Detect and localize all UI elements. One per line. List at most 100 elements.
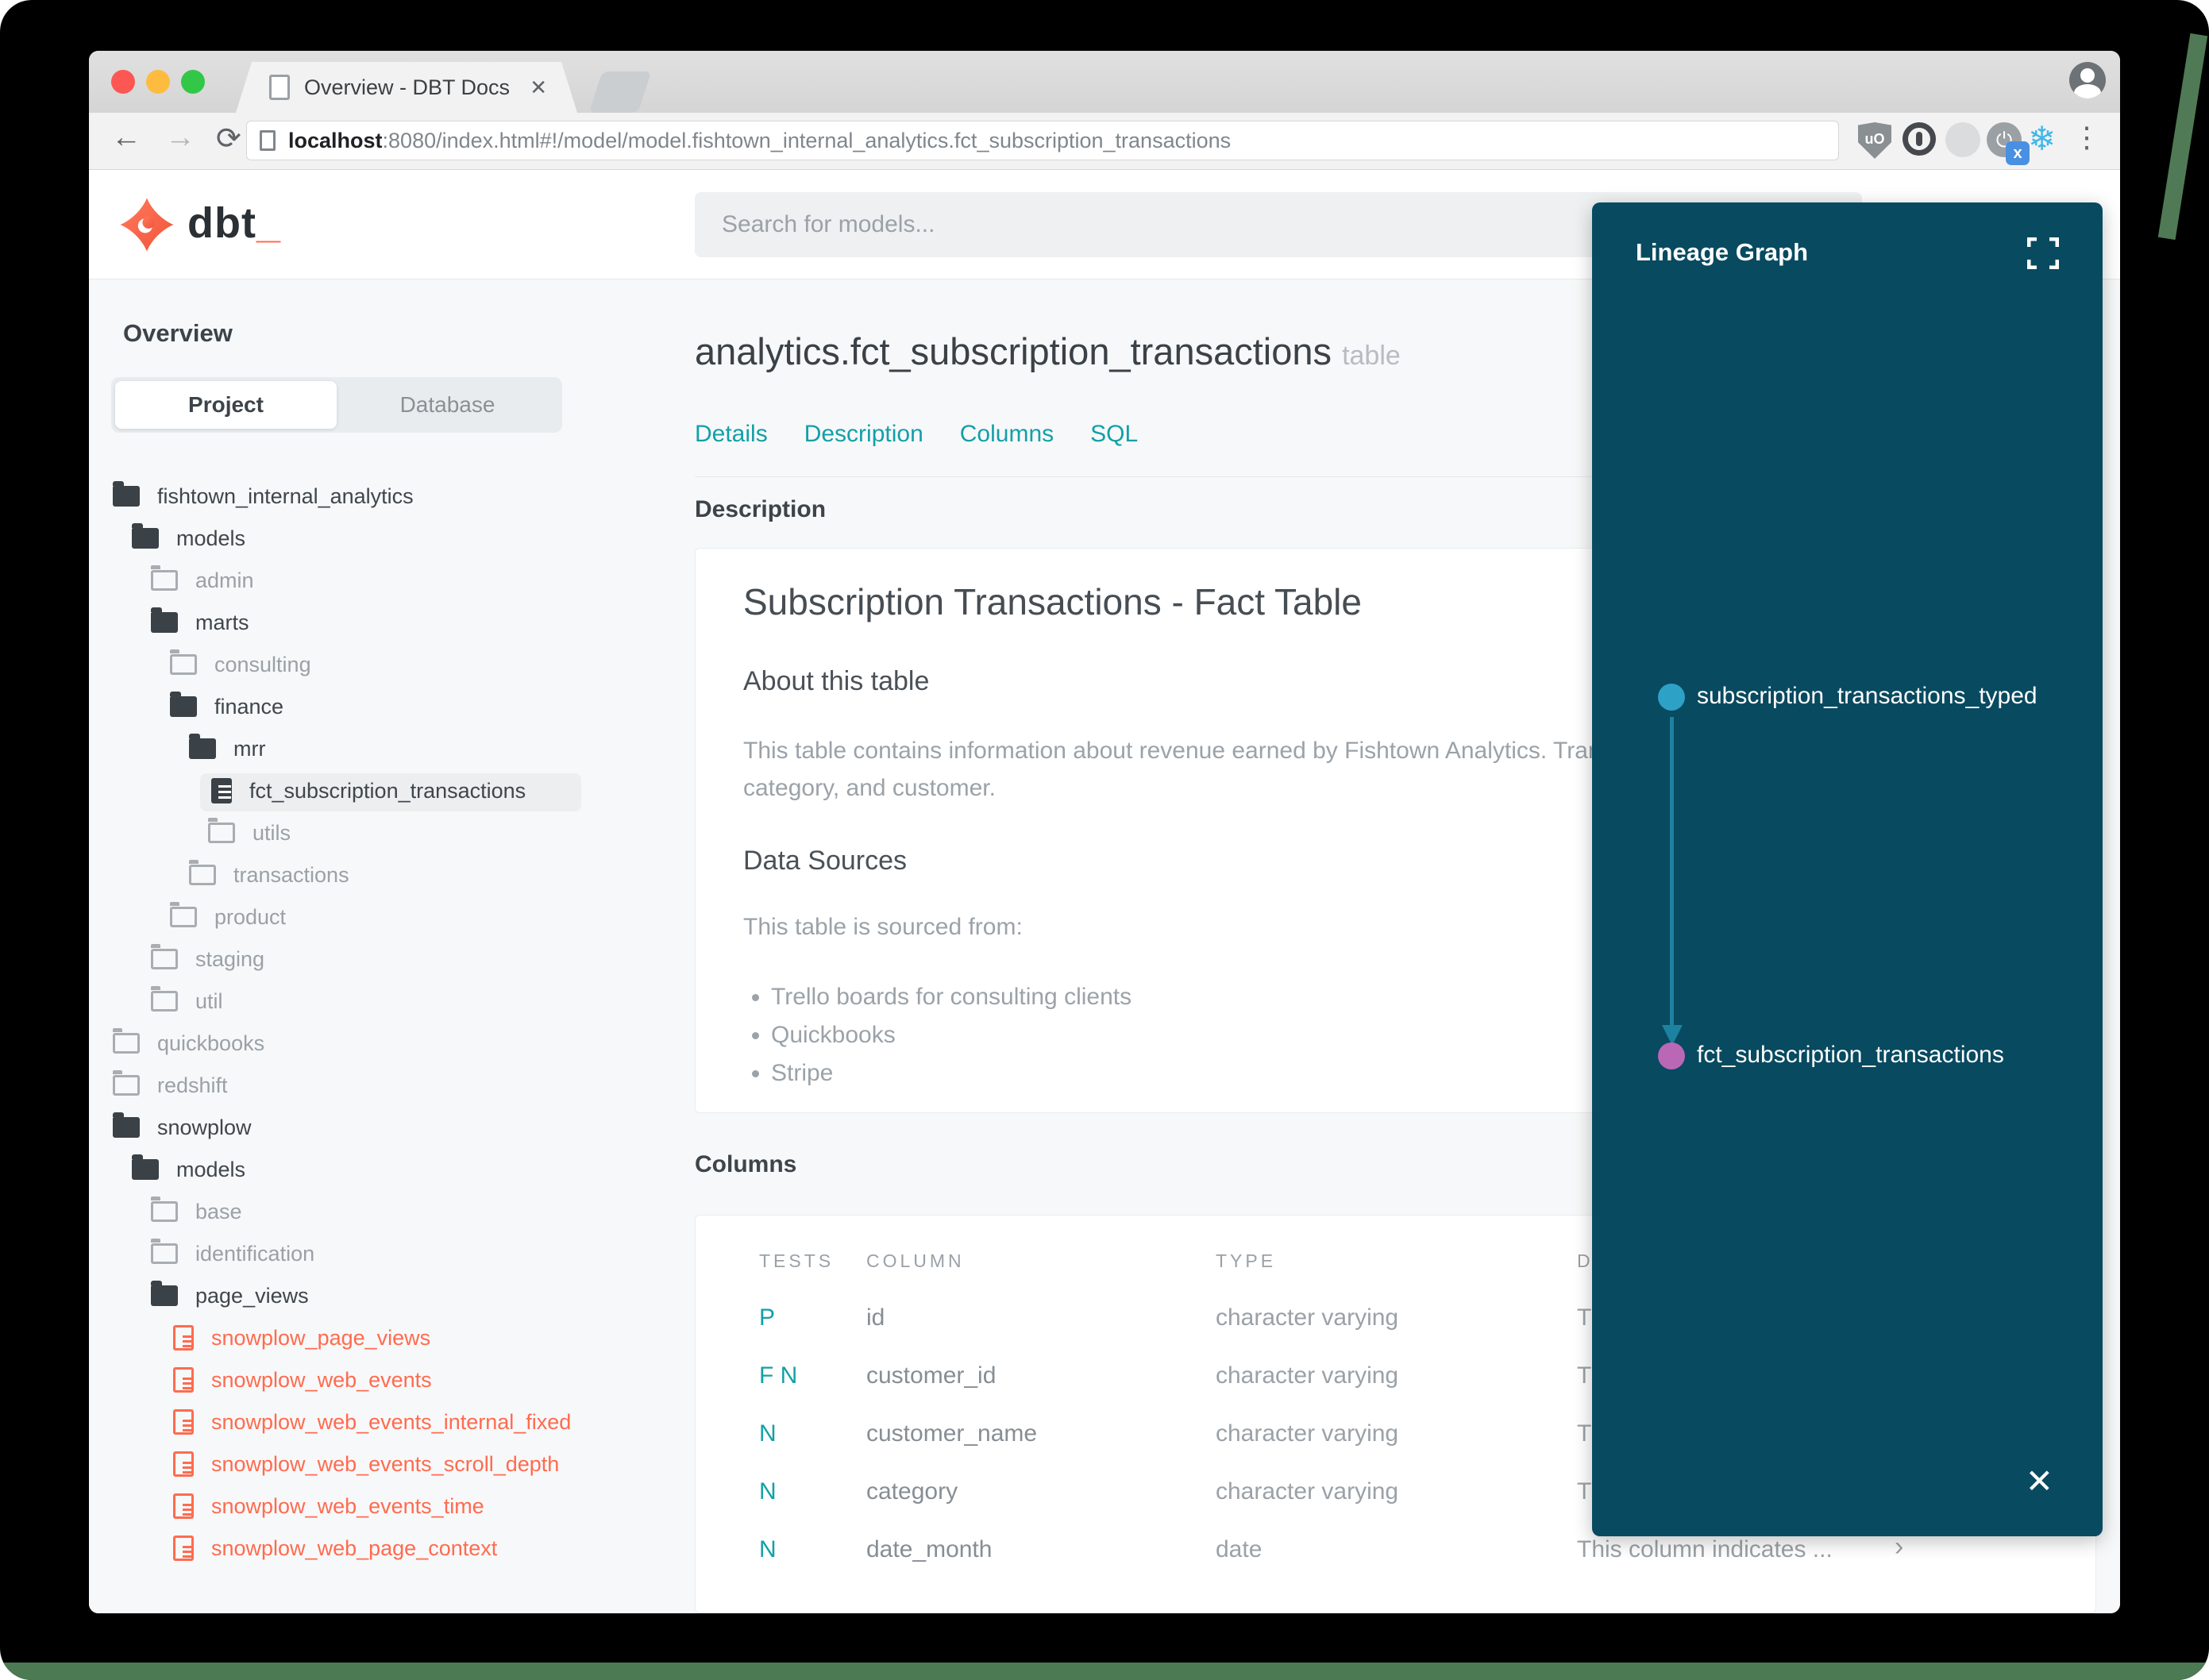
description-section-heading: Description bbox=[695, 496, 827, 522]
tree-item-redshift[interactable]: redshift bbox=[113, 1068, 228, 1103]
nav-link-columns[interactable]: Columns bbox=[960, 421, 1054, 448]
folder-open-icon bbox=[113, 481, 140, 507]
tree-item-snowplow-web-events-scroll-depth[interactable]: snowplow_web_events_scroll_depth bbox=[170, 1447, 559, 1482]
error-model-file-icon bbox=[173, 1451, 194, 1477]
minimize-window-button[interactable] bbox=[146, 70, 170, 94]
tree-item-mrr[interactable]: mrr bbox=[189, 731, 265, 766]
folder-open-icon bbox=[151, 607, 178, 633]
tree-item-models[interactable]: models bbox=[132, 521, 245, 556]
tree-item-snowplow[interactable]: snowplow bbox=[113, 1110, 252, 1145]
new-tab-button[interactable] bbox=[588, 71, 652, 113]
tree-item-finance[interactable]: finance bbox=[170, 689, 283, 724]
tests-cell: P bbox=[759, 1304, 776, 1331]
tree-item-consulting[interactable]: consulting bbox=[170, 647, 311, 682]
tree-item-identification[interactable]: identification bbox=[151, 1236, 314, 1271]
tab-close-icon[interactable]: ✕ bbox=[530, 75, 547, 100]
dbt-wordmark: dbt_ bbox=[187, 199, 281, 247]
source-item: Trello boards for consulting clients bbox=[771, 984, 1131, 1011]
tree-item-utils[interactable]: utils bbox=[208, 815, 291, 850]
zoom-window-button[interactable] bbox=[181, 70, 205, 94]
browser-tab[interactable]: Overview - DBT Docs ✕ bbox=[236, 62, 577, 113]
snowflake-extension-icon[interactable]: ❄ bbox=[2028, 119, 2056, 158]
url-path: :8080/index.html#!/model/model.fishtown_… bbox=[382, 128, 1232, 152]
error-model-file-icon bbox=[173, 1325, 194, 1351]
model-file-icon bbox=[211, 778, 232, 803]
url-text: localhost:8080/index.html#!/model/model.… bbox=[288, 129, 1231, 153]
tests-cell: N bbox=[759, 1420, 777, 1447]
sidebar-view-switcher: Project Database bbox=[111, 377, 562, 433]
expand-fullscreen-icon[interactable] bbox=[2027, 237, 2059, 269]
tree-item-quickbooks[interactable]: quickbooks bbox=[113, 1026, 264, 1061]
tree-item-fct-subscription-transactions[interactable]: fct_subscription_transactions bbox=[208, 773, 526, 808]
close-icon[interactable]: ✕ bbox=[2026, 1465, 2053, 1498]
tree-item-util[interactable]: util bbox=[151, 984, 223, 1019]
nav-link-description[interactable]: Description bbox=[804, 421, 923, 448]
forward-icon: → bbox=[165, 121, 195, 154]
tree-item-marts[interactable]: marts bbox=[151, 605, 249, 640]
dbt-logo-icon[interactable] bbox=[119, 197, 175, 252]
column-cell: id bbox=[866, 1304, 885, 1331]
col-header-tests: TESTS bbox=[759, 1250, 835, 1271]
url-host: localhost bbox=[288, 128, 383, 152]
desktop-wallpaper-strip bbox=[0, 1663, 2209, 1680]
nav-link-details[interactable]: Details bbox=[695, 421, 768, 448]
sidebar-overview-heading: Overview bbox=[123, 319, 233, 347]
extension-icon[interactable] bbox=[1945, 122, 1980, 157]
tree-item-product[interactable]: product bbox=[170, 900, 286, 934]
folder-closed-icon bbox=[151, 1196, 178, 1222]
tab-project[interactable]: Project bbox=[115, 381, 337, 429]
folder-open-icon bbox=[151, 1281, 178, 1306]
tree-item-staging[interactable]: staging bbox=[151, 942, 264, 977]
tree-item-snowplow-web-page-context[interactable]: snowplow_web_page_context bbox=[170, 1531, 497, 1566]
column-cell: customer_id bbox=[866, 1362, 997, 1389]
tree-item-snowplow-models[interactable]: models bbox=[132, 1152, 245, 1187]
folder-open-icon bbox=[170, 692, 197, 717]
description-cell: T bbox=[1577, 1362, 1592, 1389]
ublock-extension-icon[interactable]: uO bbox=[1858, 122, 1891, 159]
lineage-edge bbox=[1670, 717, 1674, 1027]
tree-item-admin[interactable]: admin bbox=[151, 563, 254, 598]
column-cell: customer_name bbox=[866, 1420, 1038, 1447]
folder-open-icon bbox=[113, 1112, 140, 1138]
lineage-node-target-label[interactable]: fct_subscription_transactions bbox=[1697, 1042, 2004, 1069]
browser-window: Overview - DBT Docs ✕ ← → ⟳ localhost:80… bbox=[89, 51, 2120, 1613]
columns-section-heading: Columns bbox=[695, 1151, 797, 1177]
folder-closed-icon bbox=[170, 649, 197, 675]
lineage-node-source-label[interactable]: subscription_transactions_typed bbox=[1697, 683, 2037, 710]
tests-cell: N bbox=[759, 1478, 777, 1505]
screenshot-canvas: Overview - DBT Docs ✕ ← → ⟳ localhost:80… bbox=[0, 0, 2209, 1680]
column-cell: category bbox=[866, 1478, 958, 1505]
lineage-node-source[interactable] bbox=[1658, 684, 1685, 711]
error-model-file-icon bbox=[173, 1409, 194, 1435]
tree-item-snowplow-web-events-internal-fixed[interactable]: snowplow_web_events_internal_fixed bbox=[170, 1404, 571, 1439]
tree-item-transactions[interactable]: transactions bbox=[189, 857, 349, 892]
tree-item-fishtown-internal-analytics[interactable]: fishtown_internal_analytics bbox=[113, 479, 414, 514]
address-bar[interactable]: localhost:8080/index.html#!/model/model.… bbox=[246, 121, 1839, 160]
browser-profile-icon[interactable] bbox=[2069, 62, 2106, 98]
error-model-file-icon bbox=[173, 1493, 194, 1519]
column-cell: date_month bbox=[866, 1536, 993, 1562]
lineage-node-target[interactable] bbox=[1658, 1042, 1685, 1069]
tree-item-base[interactable]: base bbox=[151, 1194, 242, 1229]
description-cell: T bbox=[1577, 1304, 1592, 1331]
description-cell: T bbox=[1577, 1420, 1592, 1447]
reload-icon[interactable]: ⟳ bbox=[216, 121, 241, 156]
lineage-graph-panel: Lineage Graph subscription_transactions_… bbox=[1592, 202, 2103, 1536]
folder-open-icon bbox=[132, 523, 159, 549]
tree-item-snowplow-web-events-time[interactable]: snowplow_web_events_time bbox=[170, 1489, 484, 1524]
type-cell: character varying bbox=[1216, 1420, 1399, 1447]
tree-item-page-views[interactable]: page_views bbox=[151, 1278, 309, 1313]
folder-closed-icon bbox=[151, 565, 178, 591]
tab-database[interactable]: Database bbox=[337, 381, 558, 429]
page-title: analytics.fct_subscription_transactions … bbox=[695, 330, 1401, 372]
description-cell: T bbox=[1577, 1478, 1592, 1505]
data-sources-heading: Data Sources bbox=[743, 846, 907, 876]
close-window-button[interactable] bbox=[111, 70, 135, 94]
back-icon[interactable]: ← bbox=[111, 121, 141, 155]
tree-item-snowplow-web-events[interactable]: snowplow_web_events bbox=[170, 1362, 432, 1397]
tree-item-snowplow-page-views[interactable]: snowplow_page_views bbox=[170, 1320, 430, 1355]
page-favicon-icon bbox=[269, 75, 290, 100]
nav-link-sql[interactable]: SQL bbox=[1090, 421, 1138, 448]
browser-menu-icon[interactable]: ⋮ bbox=[2072, 121, 2101, 154]
onepassword-extension-icon[interactable] bbox=[1903, 122, 1936, 156]
